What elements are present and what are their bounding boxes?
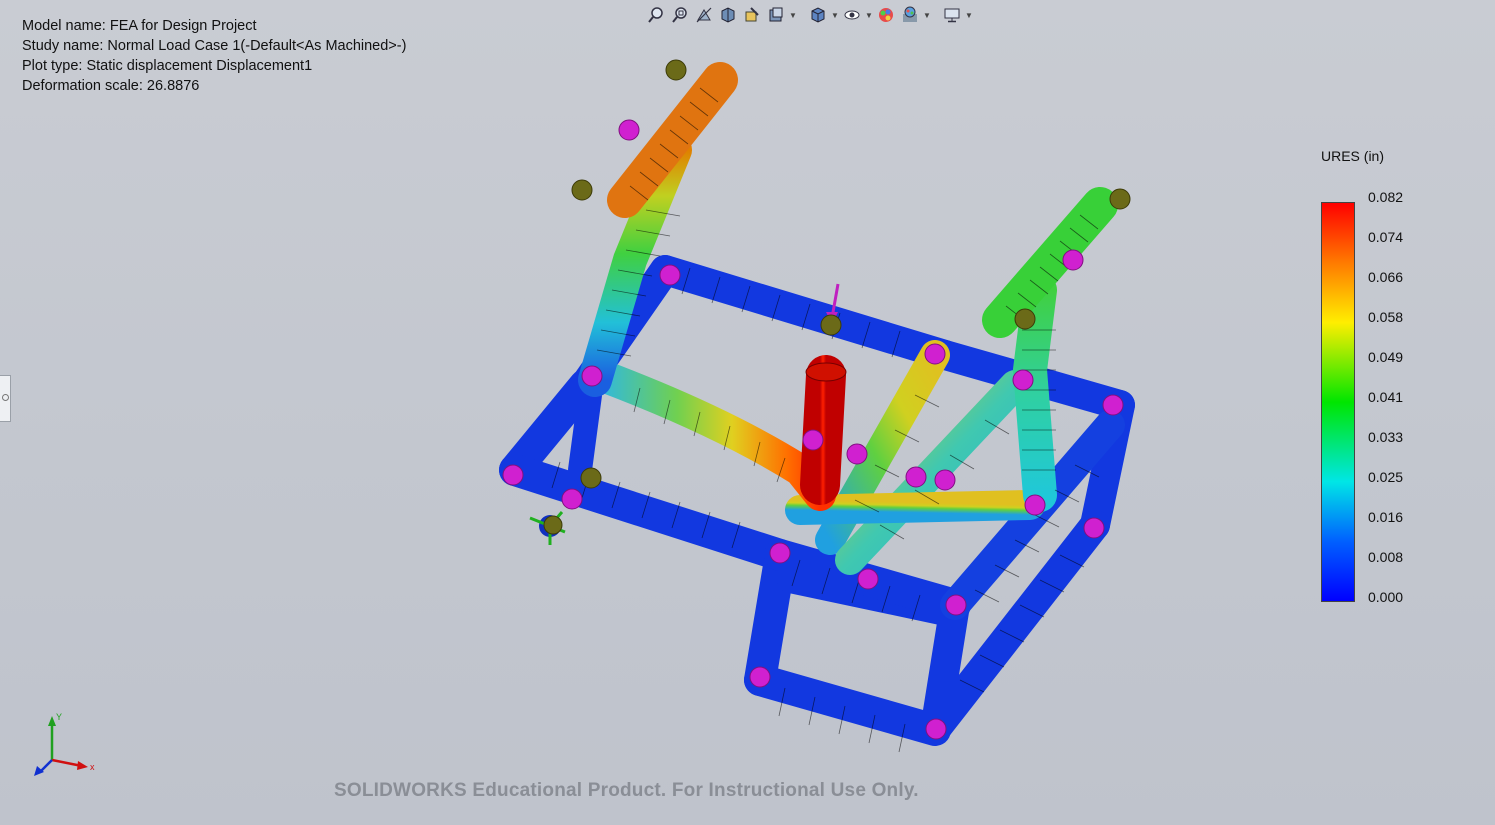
frame-tube-lower-left-post <box>744 544 796 696</box>
frame-tube-front-bottom <box>499 454 796 571</box>
legend-labels: 0.082 0.074 0.066 0.058 0.049 0.041 0.03… <box>1368 188 1403 628</box>
legend-title: URES (in) <box>1321 148 1385 164</box>
legend-value: 0.066 <box>1368 269 1404 285</box>
displacement-plot-viewport[interactable] <box>0 0 1495 825</box>
frame-tube-lower-bottom <box>744 664 951 746</box>
educational-watermark: SOLIDWORKS Educational Product. For Inst… <box>334 780 919 801</box>
legend-value: 0.041 <box>1368 389 1404 405</box>
triad-y-label: Y <box>56 712 62 722</box>
reference-triad-icon[interactable]: Y x <box>28 708 108 783</box>
legend-value: 0.000 <box>1368 589 1404 605</box>
frame-tube-left-riser <box>568 383 602 482</box>
frame-tube-back-top <box>650 255 960 370</box>
triad-x-label: x <box>90 762 95 772</box>
center-cylinder-top <box>805 362 847 382</box>
legend-value: 0.025 <box>1368 469 1404 485</box>
frame-tube-cross-mid <box>785 490 1045 525</box>
legend-color-bar <box>1321 202 1355 602</box>
legend-value: 0.033 <box>1368 429 1404 445</box>
legend-value: 0.049 <box>1368 349 1404 365</box>
legend-value: 0.008 <box>1368 549 1404 565</box>
frame-tube-diagonal <box>584 359 836 511</box>
legend-value: 0.082 <box>1368 189 1404 205</box>
legend-value: 0.058 <box>1368 309 1404 325</box>
frame-tube-center-cylinder <box>800 355 846 505</box>
legend-value: 0.016 <box>1368 509 1404 525</box>
legend-value: 0.074 <box>1368 229 1404 245</box>
